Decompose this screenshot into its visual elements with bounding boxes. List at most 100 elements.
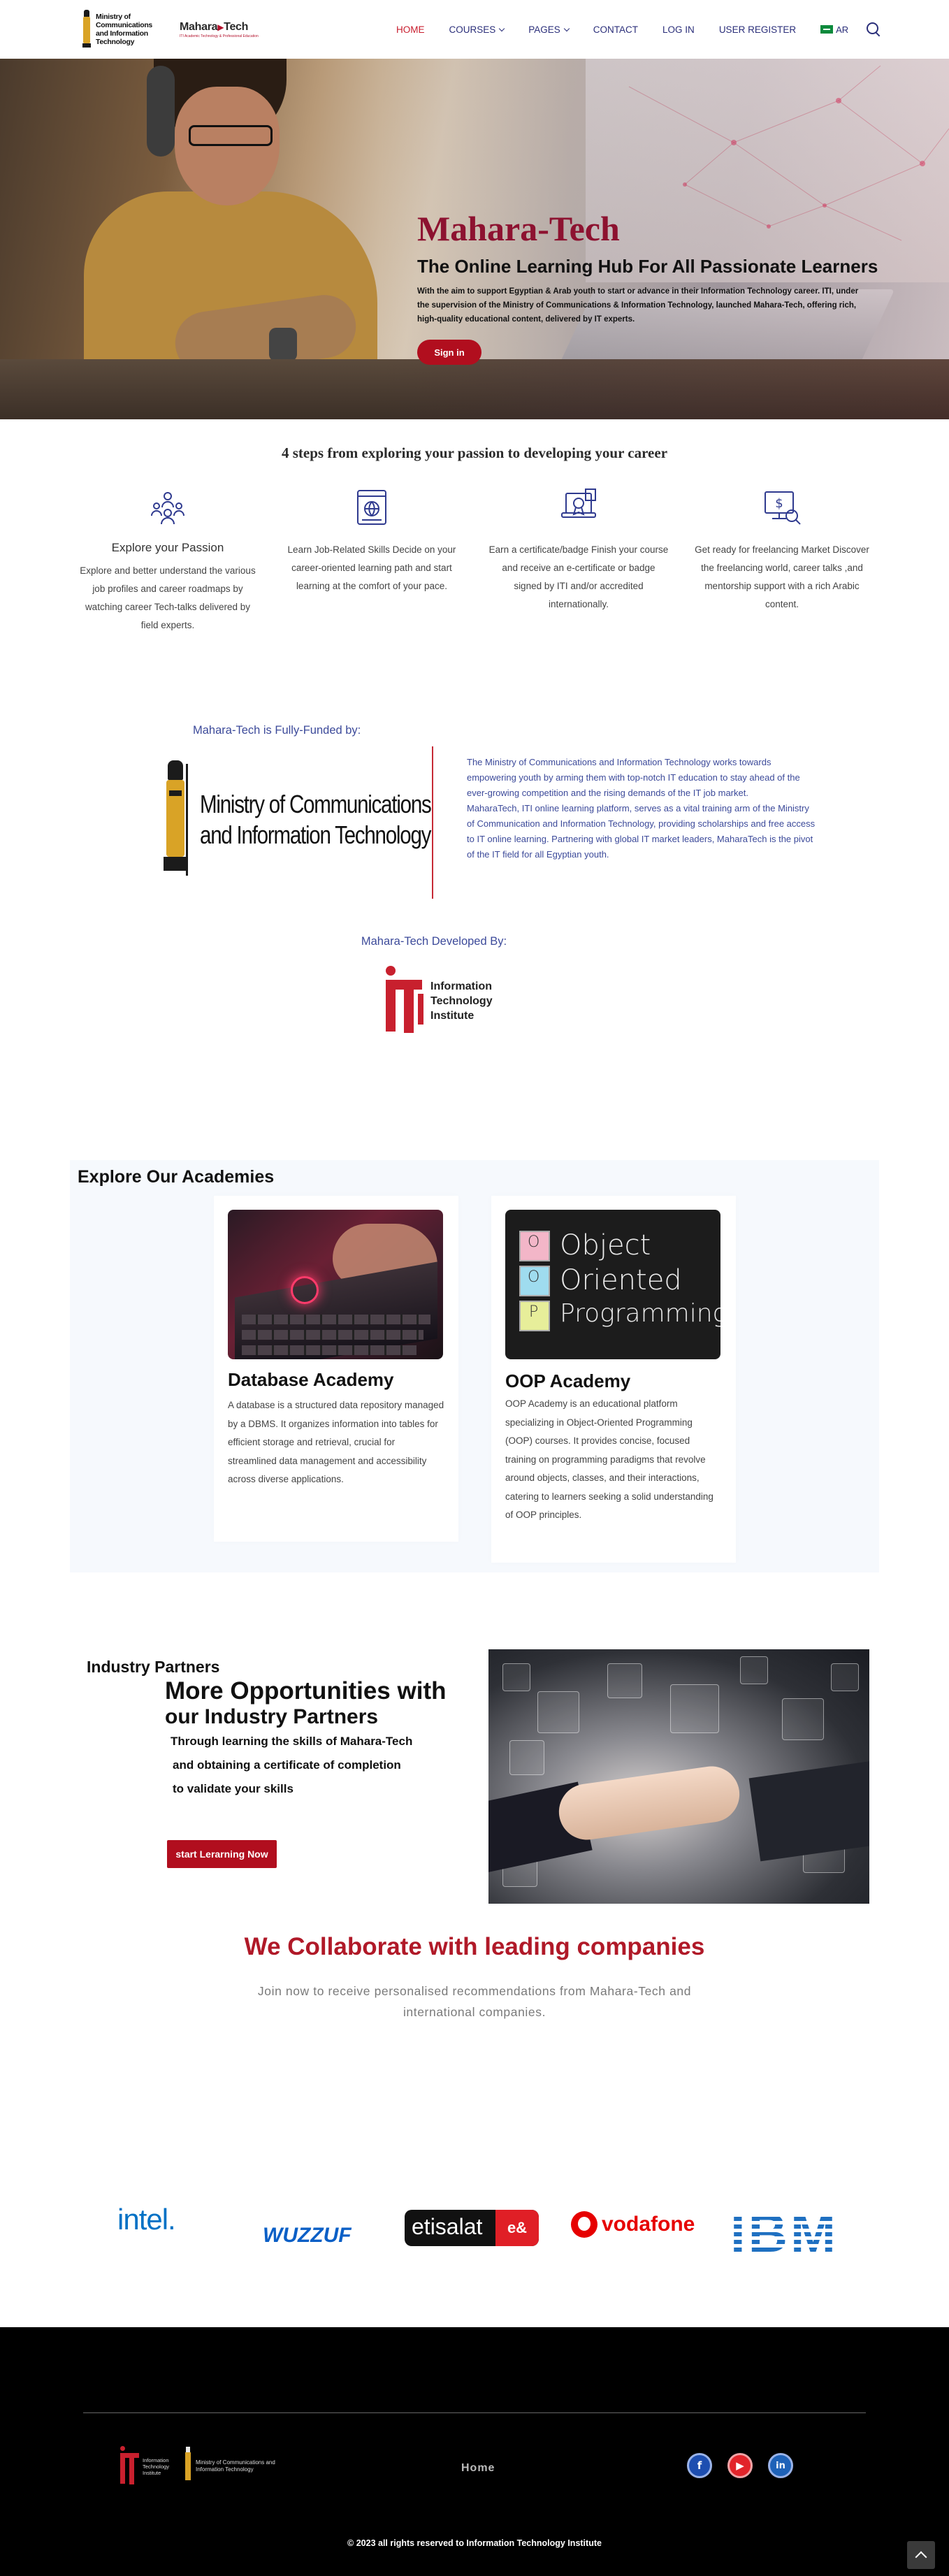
team-icon <box>148 488 187 527</box>
step-explore: Explore your Passion Explore and better … <box>77 488 259 635</box>
svg-text:$: $ <box>775 496 783 511</box>
card-text: OOP Academy is an educational platform s… <box>505 1398 713 1520</box>
step-text: Explore and better understand the variou… <box>80 565 256 630</box>
iti-mark-icon <box>119 2446 140 2487</box>
card-title[interactable]: OOP Academy <box>505 1370 630 1392</box>
play-triangle-icon: ▶ <box>217 22 224 32</box>
industry-partners-label: Industry Partners <box>87 1658 220 1676</box>
funded-description: The Ministry of Communications and Infor… <box>467 755 816 862</box>
youtube-icon[interactable]: ▶ <box>727 2453 753 2478</box>
funded-paragraph-2: MaharaTech, ITI online learning platform… <box>467 803 816 860</box>
ministry-logo-text: Ministry of Communications and Informati… <box>96 13 152 46</box>
oop-academy-image: O O P Object Oriented Programming <box>505 1210 720 1359</box>
hero-title: Mahara-Tech <box>417 209 620 248</box>
oop-letter-o1: O <box>528 1233 540 1251</box>
menu-contact[interactable]: CONTACT <box>593 24 638 35</box>
step-text: Get ready for freelancing Market Discove… <box>695 544 869 609</box>
collaborate-subtitle: Join now to receive personalised recomme… <box>257 1984 692 2019</box>
steps-title: 4 steps from exploring your passion to d… <box>281 444 668 461</box>
ministry-logo[interactable]: Ministry of Communications and Informati… <box>82 8 166 50</box>
partners-line-1: Through learning the skills of Mahara-Te… <box>171 1735 413 1748</box>
facebook-icon[interactable]: f <box>687 2453 712 2478</box>
menu-courses-label: COURSES <box>449 24 496 35</box>
vodafone-speechmark-icon <box>571 2211 597 2238</box>
footer: Information Technology Institute Ministr… <box>0 2327 949 2576</box>
start-learning-button[interactable]: start Lerarning Now <box>167 1840 277 1868</box>
database-academy-card[interactable]: Database Academy A database is a structu… <box>214 1196 458 1542</box>
footer-logos[interactable]: Information Technology Institute Ministr… <box>119 2446 280 2487</box>
partners-heading-2: our Industry Partners <box>165 1705 379 1728</box>
lock-icon <box>291 1276 319 1304</box>
saudi-flag-icon <box>820 25 834 34</box>
language-switch[interactable]: AR <box>820 24 848 35</box>
funded-by-label: Mahara-Tech is Fully-Funded by: <box>193 724 361 737</box>
oop-letter-p: P <box>529 1303 539 1321</box>
database-academy-image <box>228 1210 443 1359</box>
oop-letter-o2: O <box>528 1268 540 1286</box>
oop-word-oriented: Oriented <box>560 1264 682 1296</box>
linkedin-icon[interactable]: in <box>768 2453 793 2478</box>
academies-title: Explore Our Academies <box>78 1167 275 1187</box>
menu-pages-label: PAGES <box>528 24 560 35</box>
etisalat-logo[interactable]: etisalat e& <box>405 2210 539 2246</box>
ministry-line-1: Ministry of Communications <box>200 790 432 818</box>
footer-iti-text: Information Technology Institute <box>143 2456 169 2476</box>
main-menu: HOME COURSES PAGES CONTACT LOG IN USER R… <box>396 22 881 36</box>
menu-pages[interactable]: PAGES <box>528 24 570 35</box>
partners-line-2: and obtaining a certificate of completio… <box>173 1758 401 1772</box>
back-to-top-icon[interactable] <box>907 2541 935 2569</box>
chevron-down-icon <box>499 25 505 31</box>
oop-word-programming: Programming <box>560 1299 720 1328</box>
etisalat-name: etisalat <box>412 2214 483 2239</box>
menu-login[interactable]: LOG IN <box>662 24 695 35</box>
etisalat-badge: e& <box>495 2210 539 2246</box>
brand-tagline: ITI Academic Technology & Professional E… <box>180 34 259 38</box>
step-learn: Learn Job-Related Skills Decide on your … <box>281 488 463 595</box>
freelance-icon: $ <box>762 488 802 527</box>
ministry-line-2: and Information Technology <box>200 820 431 849</box>
mahara-tech-logo[interactable]: Mahara▶Tech ITI Academic Technology & Pr… <box>180 21 259 38</box>
copyright-text: © 2023 all rights reserved to Informatio… <box>347 2538 602 2548</box>
pharaoh-emblem-icon <box>162 760 190 879</box>
pharaoh-emblem-icon <box>184 2447 191 2486</box>
menu-register[interactable]: USER REGISTER <box>719 24 796 35</box>
hero-subtitle: The Online Learning Hub For All Passiona… <box>417 256 878 277</box>
step-certificate: Earn a certificate/badge Finish your cou… <box>488 488 669 614</box>
oop-academy-card[interactable]: O O P Object Oriented Programming OOP Ac… <box>491 1196 736 1563</box>
iti-mark-icon <box>383 966 425 1036</box>
language-label: AR <box>836 24 849 35</box>
menu-courses[interactable]: COURSES <box>449 24 505 35</box>
vodafone-name: vodafone <box>602 2213 695 2236</box>
ministry-logo-text: Ministry of Communications and Informati… <box>200 789 432 851</box>
iti-logo[interactable]: Information Technology Institute <box>383 966 493 1036</box>
search-icon[interactable] <box>867 22 881 36</box>
step-heading: Explore your Passion <box>111 541 224 554</box>
brand-name: Mahara <box>180 21 218 33</box>
iti-line-1: Information <box>430 980 492 992</box>
iti-line-3: Institute <box>430 1009 474 1022</box>
menu-home[interactable]: HOME <box>396 24 425 35</box>
vertical-divider <box>432 746 433 899</box>
footer-divider <box>83 2412 866 2413</box>
step-text: Learn Job-Related Skills Decide on your … <box>287 544 456 591</box>
footer-home-link[interactable]: Home <box>461 2462 495 2475</box>
hero-description: With the aim to support Egyptian & Arab … <box>417 287 859 324</box>
collaborate-title: We Collaborate with leading companies <box>244 1933 705 1960</box>
card-text: A database is a structured data reposito… <box>228 1400 444 1484</box>
web-course-icon <box>352 488 391 527</box>
ibm-logo[interactable]: IBM <box>730 2201 839 2265</box>
ministry-logo-large[interactable]: Ministry of Communications and Informati… <box>162 760 481 879</box>
oop-word-object: Object <box>560 1229 651 1261</box>
wuzzuf-logo[interactable]: WUZZUF <box>263 2224 352 2248</box>
sign-in-button[interactable]: Sign in <box>417 340 481 365</box>
handshake-image <box>488 1649 869 1904</box>
developed-by-label: Mahara-Tech Developed By: <box>361 935 507 948</box>
vodafone-logo[interactable]: vodafone <box>571 2211 695 2238</box>
iti-line-2: Technology <box>430 994 493 1007</box>
chevron-down-icon <box>563 25 570 31</box>
iti-logo-text: Information Technology Institute <box>430 979 493 1023</box>
intel-logo[interactable]: intel. <box>117 2203 176 2236</box>
step-freelancing: $ Get ready for freelancing Market Disco… <box>691 488 873 614</box>
partners-heading-1: More Opportunities with <box>165 1677 447 1705</box>
card-title[interactable]: Database Academy <box>228 1369 394 1391</box>
